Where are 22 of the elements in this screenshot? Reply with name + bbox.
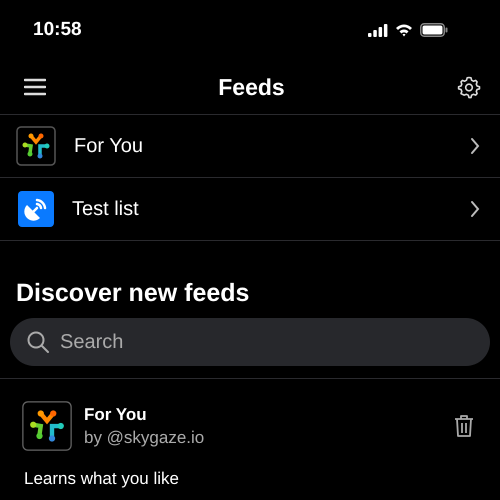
feed-logo-icon — [16, 126, 56, 166]
section-heading: Discover new feeds — [16, 279, 250, 308]
menu-icon[interactable] — [24, 78, 46, 96]
battery-icon — [420, 23, 448, 37]
chevron-right-icon — [470, 137, 480, 155]
feed-row[interactable]: Test list — [0, 178, 500, 241]
satellite-dish-icon — [18, 191, 54, 227]
search-field[interactable]: Search — [10, 318, 490, 366]
chevron-right-icon — [470, 200, 480, 218]
feed-row[interactable]: For You — [0, 115, 500, 178]
page-title: Feeds — [218, 74, 285, 100]
feed-name: For You — [74, 134, 144, 158]
signal-icon — [368, 24, 388, 36]
status-time: 10:58 — [33, 19, 82, 41]
feed-name: Test list — [72, 198, 140, 220]
feed-name: For You — [84, 404, 148, 424]
feed-description: Learns what you like — [24, 469, 180, 489]
feed-logo-icon — [22, 401, 72, 451]
trash-icon[interactable] — [454, 414, 474, 438]
feed-author: by @skygaze.io — [84, 428, 206, 448]
wifi-icon — [395, 23, 413, 37]
settings-icon[interactable] — [456, 75, 481, 99]
